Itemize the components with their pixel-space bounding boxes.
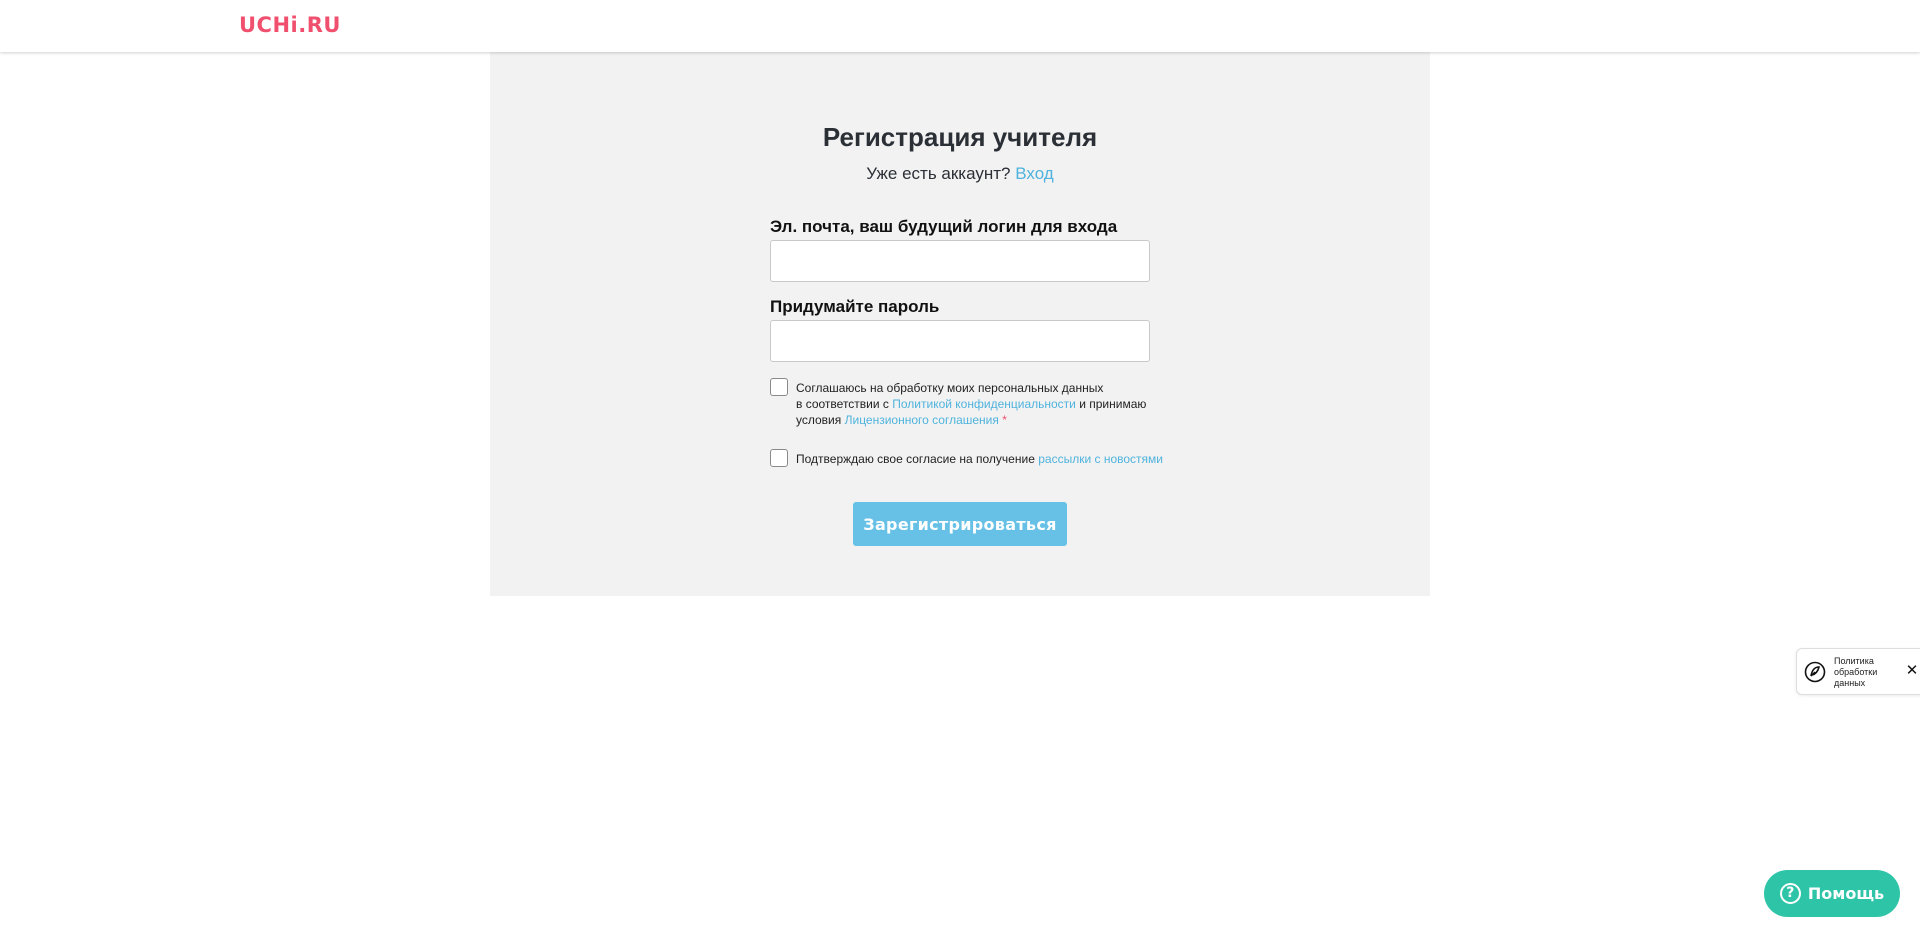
privacy-shield-icon xyxy=(1804,661,1826,683)
consent-line2-suffix: и принимаю xyxy=(1079,397,1147,411)
email-label: Эл. почта, ваш будущий логин для входа xyxy=(770,217,1118,236)
email-field[interactable] xyxy=(770,240,1150,282)
newsletter-checkbox[interactable] xyxy=(770,449,788,467)
help-button[interactable]: ? Помощь xyxy=(1764,870,1900,917)
newsletter-text-label: Подтверждаю свое согласие на получение xyxy=(796,452,1035,466)
close-icon[interactable]: ✕ xyxy=(1904,663,1920,679)
newsletter-link[interactable]: рассылки с новостями xyxy=(1038,452,1163,466)
consent-checkbox[interactable] xyxy=(770,378,788,396)
consent-line2-prefix: в соответствии с xyxy=(796,397,889,411)
registration-form-panel: Регистрация учителя Уже есть аккаунт? Вх… xyxy=(490,52,1430,596)
uchi-logo[interactable]: UCHi.RU xyxy=(239,13,341,37)
login-link[interactable]: Вход xyxy=(1015,164,1053,183)
password-label: Придумайте пароль xyxy=(770,297,940,316)
top-header: UCHi.RU xyxy=(0,0,1920,52)
register-button[interactable]: Зарегистрироваться xyxy=(853,502,1067,546)
required-mark: * xyxy=(1002,413,1007,427)
consent-text: Соглашаюсь на обработку моих персональны… xyxy=(796,380,1146,428)
privacy-popup-text: Политика обработки данных xyxy=(1834,656,1878,688)
help-label: Помощь xyxy=(1807,884,1885,903)
newsletter-text: Подтверждаю свое согласие на получение р… xyxy=(796,451,1163,467)
question-icon: ? xyxy=(1779,883,1801,904)
login-prompt-text: Уже есть аккаунт? xyxy=(866,164,1011,183)
privacy-policy-link[interactable]: Политикой конфиденциальности xyxy=(892,397,1076,411)
consent-line3-prefix: условия xyxy=(796,413,842,427)
page-title: Регистрация учителя xyxy=(822,122,1098,152)
password-field[interactable] xyxy=(770,320,1150,362)
privacy-popup[interactable]: Политика обработки данных ✕ xyxy=(1796,648,1920,695)
login-prompt: Уже есть аккаунт? Вход xyxy=(490,164,1430,184)
consent-line1: Соглашаюсь на обработку моих персональны… xyxy=(796,381,1104,395)
license-agreement-link[interactable]: Лицензионного соглашения xyxy=(845,413,999,427)
